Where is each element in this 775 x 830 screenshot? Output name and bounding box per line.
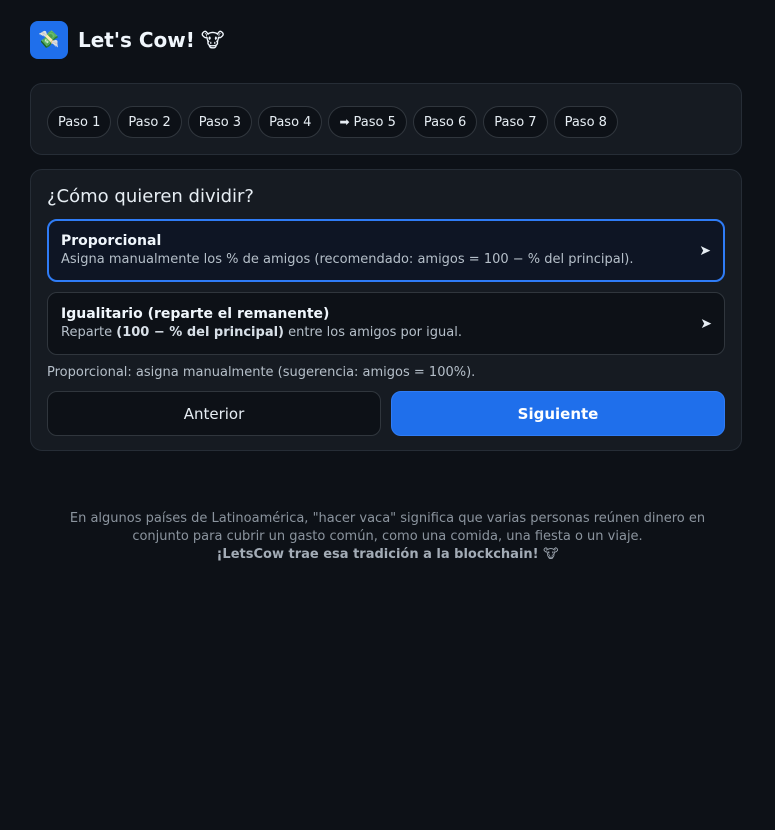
money-wings-icon: 💸 bbox=[30, 21, 68, 59]
option-equal[interactable]: Igualitario (reparte el remanente) Repar… bbox=[47, 292, 725, 355]
arrow-right-icon: ➤ bbox=[700, 315, 712, 332]
step-3[interactable]: Paso 3 bbox=[187, 106, 253, 138]
step-4[interactable]: Paso 4 bbox=[258, 106, 323, 138]
option-title: Igualitario (reparte el remanente) bbox=[61, 306, 330, 322]
split-hint: Proporcional: asigna manualmente (sugere… bbox=[47, 365, 476, 380]
app-header: 💸 Let's Cow! 🐮 bbox=[30, 21, 225, 59]
option-description: Asigna manualmente los % de amigos (reco… bbox=[61, 252, 634, 267]
steps-card: Paso 1 Paso 2 Paso 3 Paso 4 ➡ Paso 5 Paso… bbox=[30, 83, 742, 155]
step-label: Paso 5 bbox=[353, 114, 396, 130]
desc-text: Reparte bbox=[61, 325, 117, 340]
nav-buttons: Anterior Siguiente bbox=[47, 391, 725, 436]
step-label: Paso 6 bbox=[423, 114, 467, 130]
split-card: ¿Cómo quieren dividir? Proporcional Asig… bbox=[30, 169, 742, 451]
step-1[interactable]: Paso 1 bbox=[47, 106, 112, 138]
right-arrow-icon: ➡ bbox=[339, 115, 350, 129]
desc-text: entre los amigos por igual. bbox=[284, 325, 462, 340]
step-8[interactable]: Paso 8 bbox=[553, 106, 618, 138]
option-description: Reparte (100 − % del principal) entre lo… bbox=[61, 324, 684, 342]
option-proportional[interactable]: Proporcional Asigna manualmente los % de… bbox=[47, 219, 725, 282]
step-label: Paso 2 bbox=[128, 114, 171, 130]
step-list: Paso 1 Paso 2 Paso 3 Paso 4 ➡ Paso 5 Paso… bbox=[47, 106, 725, 138]
app-title: Let's Cow! 🐮 bbox=[78, 28, 225, 52]
footer-tagline: ¡LetsCow trae esa tradición a la blockch… bbox=[216, 547, 559, 562]
step-label: Paso 8 bbox=[564, 114, 607, 130]
step-label: Paso 1 bbox=[58, 114, 101, 130]
step-7[interactable]: Paso 7 bbox=[483, 106, 548, 138]
split-question: ¿Cómo quieren dividir? bbox=[47, 186, 254, 207]
cow-icon: 🐮 bbox=[200, 28, 225, 52]
app-title-text: Let's Cow! bbox=[78, 28, 195, 52]
step-5-current[interactable]: ➡ Paso 5 bbox=[328, 106, 407, 138]
step-label: Paso 3 bbox=[198, 114, 242, 130]
footer-info: En algunos países de Latinoamérica, "hac… bbox=[60, 510, 715, 564]
step-label: Paso 7 bbox=[494, 114, 537, 130]
desc-bold-text: (100 − % del principal) bbox=[116, 325, 284, 340]
footer-description: En algunos países de Latinoamérica, "hac… bbox=[69, 511, 706, 544]
arrow-right-icon: ➤ bbox=[699, 242, 711, 259]
option-title: Proporcional bbox=[61, 233, 162, 249]
next-button[interactable]: Siguiente bbox=[391, 391, 725, 436]
step-6[interactable]: Paso 6 bbox=[412, 106, 478, 138]
previous-button[interactable]: Anterior bbox=[47, 391, 381, 436]
step-2[interactable]: Paso 2 bbox=[117, 106, 182, 138]
step-label: Paso 4 bbox=[269, 114, 312, 130]
